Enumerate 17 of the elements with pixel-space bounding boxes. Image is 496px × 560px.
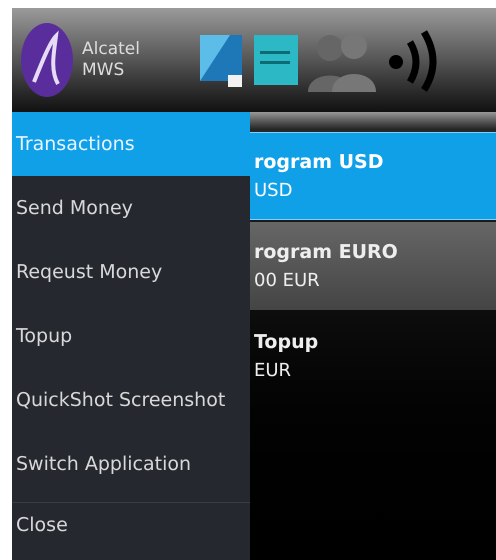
list-row[interactable]: Topup EUR xyxy=(250,312,496,400)
menu-item[interactable]: Topup xyxy=(12,304,250,368)
row-subtitle: 00 EUR xyxy=(254,268,321,293)
row-title: rogram USD xyxy=(254,150,385,176)
menu-item[interactable]: QuickShot Screenshot xyxy=(12,368,250,432)
menu-item[interactable]: Close xyxy=(12,503,250,547)
menu-item[interactable]: Reqeust Money xyxy=(12,240,250,304)
menu-item[interactable]: Switch Application xyxy=(12,432,250,496)
row-subtitle: USD xyxy=(254,178,294,203)
brand-text: MWS xyxy=(82,60,126,82)
row-title: rogram EURO xyxy=(254,240,399,266)
logo-icon xyxy=(20,22,74,98)
row-subtitle: EUR xyxy=(254,358,292,383)
row-title: Topup xyxy=(254,330,320,356)
list-row[interactable]: rogram EURO 00 EUR xyxy=(250,222,496,310)
menu-item[interactable]: Send Money xyxy=(12,176,250,240)
brand-text: Alcatel xyxy=(82,38,141,60)
